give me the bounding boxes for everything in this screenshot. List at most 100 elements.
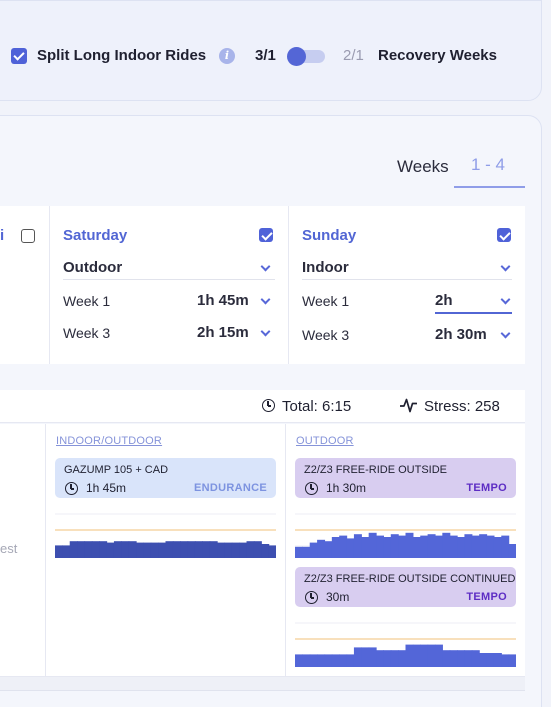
profile-bar (442, 532, 451, 558)
profile-bar (412, 644, 421, 667)
profile-bar (501, 654, 510, 667)
day-name-sunday: Sunday (302, 227, 357, 244)
profile-bar (158, 542, 167, 558)
profile-bar (62, 545, 71, 558)
profile-bar (136, 542, 144, 558)
workout-zone-badge: TEMPO (466, 591, 507, 603)
profile-bar (398, 650, 407, 667)
clock-icon (262, 399, 275, 412)
info-icon[interactable]: i (219, 48, 235, 64)
profile-bar (427, 644, 436, 667)
split-rides-checkbox[interactable] (11, 48, 27, 64)
profile-bar (398, 535, 407, 558)
select-underline (302, 279, 512, 280)
saturday-location-select[interactable]: Outdoor (63, 259, 122, 276)
profile-bar (383, 650, 392, 667)
profile-bar (253, 541, 262, 558)
workout-card[interactable]: Z2/Z3 FREE-RIDE OUTSIDE CONTINUED 30m TE… (295, 567, 516, 607)
sunday-location-link[interactable]: OUTDOOR (296, 435, 354, 447)
stress-score: Stress: 258 (424, 398, 500, 415)
select-underline (63, 279, 275, 280)
profile-bar (383, 537, 392, 558)
profile-bar (405, 644, 414, 667)
chevron-down-icon (500, 294, 511, 305)
profile-bar (121, 541, 130, 558)
profile-bar (106, 542, 115, 558)
profile-bar (55, 545, 63, 558)
profile-bar (486, 653, 495, 667)
profile-bar (165, 541, 174, 558)
profile-bar (442, 650, 451, 667)
profile-bar (376, 535, 384, 558)
profile-bar (471, 650, 480, 667)
profile-bar (77, 541, 86, 558)
profile-bar (231, 542, 240, 558)
workout-zone-badge: ENDURANCE (194, 482, 267, 494)
workout-card[interactable]: Z2/Z3 FREE-RIDE OUTSIDE 1h 30m TEMPO (295, 458, 516, 498)
profile-bar (457, 537, 466, 558)
profile-bar (361, 647, 370, 667)
profile-bar (376, 650, 384, 667)
profile-bar (464, 534, 473, 558)
workout-duration: 1h 45m (86, 481, 127, 495)
toggle-knob[interactable] (287, 47, 306, 66)
profile-bar (390, 534, 399, 558)
profile-bar (479, 653, 488, 667)
saturday-week1-label: Week 1 (63, 293, 111, 309)
workout-card[interactable]: GAZUMP 105 + CAD 1h 45m ENDURANCE (55, 458, 276, 498)
saturday-checkbox[interactable] (259, 228, 273, 242)
workout-duration: 30m (326, 590, 350, 604)
profile-bar (420, 535, 429, 558)
chevron-down-icon (500, 261, 511, 272)
profile-bar (493, 653, 502, 667)
workout-title: Z2/Z3 FREE-RIDE OUTSIDE (304, 464, 448, 476)
saturday-week1-duration[interactable]: 1h 45m (197, 292, 249, 309)
profile-bar (346, 538, 355, 558)
recovery-ratio-toggle[interactable] (287, 47, 325, 66)
ratio-left-label: 3/1 (255, 47, 276, 64)
chevron-down-icon (260, 294, 271, 305)
sunday-week1-duration[interactable]: 2h (435, 292, 453, 309)
profile-bar (449, 535, 458, 558)
saturday-location-link[interactable]: INDOOR/OUTDOOR (56, 435, 162, 447)
profile-bar (368, 532, 377, 558)
profile-bar (434, 535, 443, 558)
profile-bar (187, 541, 196, 558)
prev-day-name-fragment: i (0, 227, 5, 244)
prev-day-checkbox[interactable] (21, 229, 35, 243)
profile-bar (302, 654, 311, 667)
sunday-week3-duration[interactable]: 2h 30m (435, 326, 487, 343)
profile-bar (353, 647, 362, 667)
profile-bar (217, 542, 226, 558)
profile-bar (224, 542, 233, 558)
weeks-range-tab[interactable]: 1 - 4 (471, 155, 505, 175)
sunday-checkbox[interactable] (497, 228, 511, 242)
profile-bar (324, 541, 333, 558)
sunday-location-select[interactable]: Indoor (302, 259, 349, 276)
pulse-icon (400, 398, 417, 413)
clock-icon (65, 482, 78, 495)
profile-bar (84, 541, 93, 558)
profile-bar (493, 537, 502, 558)
settings-row: Split Long Indoor Rides i 3/1 2/1 Recove… (0, 44, 551, 68)
profile-bar (346, 654, 355, 667)
profile-bar (150, 542, 159, 558)
day-name-saturday: Saturday (63, 227, 128, 244)
profile-bar (143, 542, 152, 558)
profile-bar (449, 650, 458, 667)
workout-profile-chart (295, 513, 516, 558)
saturday-week3-duration[interactable]: 2h 15m (197, 324, 249, 341)
profile-bar (209, 541, 218, 558)
total-time: Total: 6:15 (282, 398, 352, 415)
profile-bar (339, 535, 348, 558)
profile-bar (405, 532, 414, 558)
profile-bar (309, 542, 318, 558)
sunday-week1-label: Week 1 (302, 293, 350, 309)
saturday-week3-label: Week 3 (63, 325, 111, 341)
profile-bar (508, 544, 516, 558)
totals-bar: Total: 6:15 Stress: 258 (0, 390, 525, 423)
chevron-down-icon (260, 326, 271, 337)
clock-icon (305, 591, 318, 604)
profile-bar (246, 541, 255, 558)
column-divider (285, 424, 286, 676)
